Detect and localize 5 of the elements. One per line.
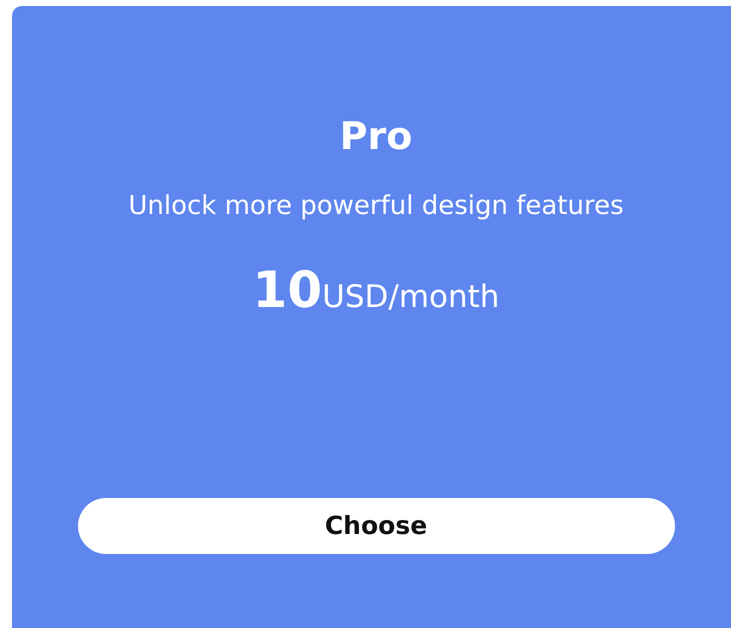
plan-title: Pro [340,114,412,160]
choose-button[interactable]: Choose [78,498,674,554]
plan-description: Unlock more powerful design features [127,190,625,223]
price-amount: 10 [252,263,322,318]
price-unit: USD/month [322,278,500,318]
